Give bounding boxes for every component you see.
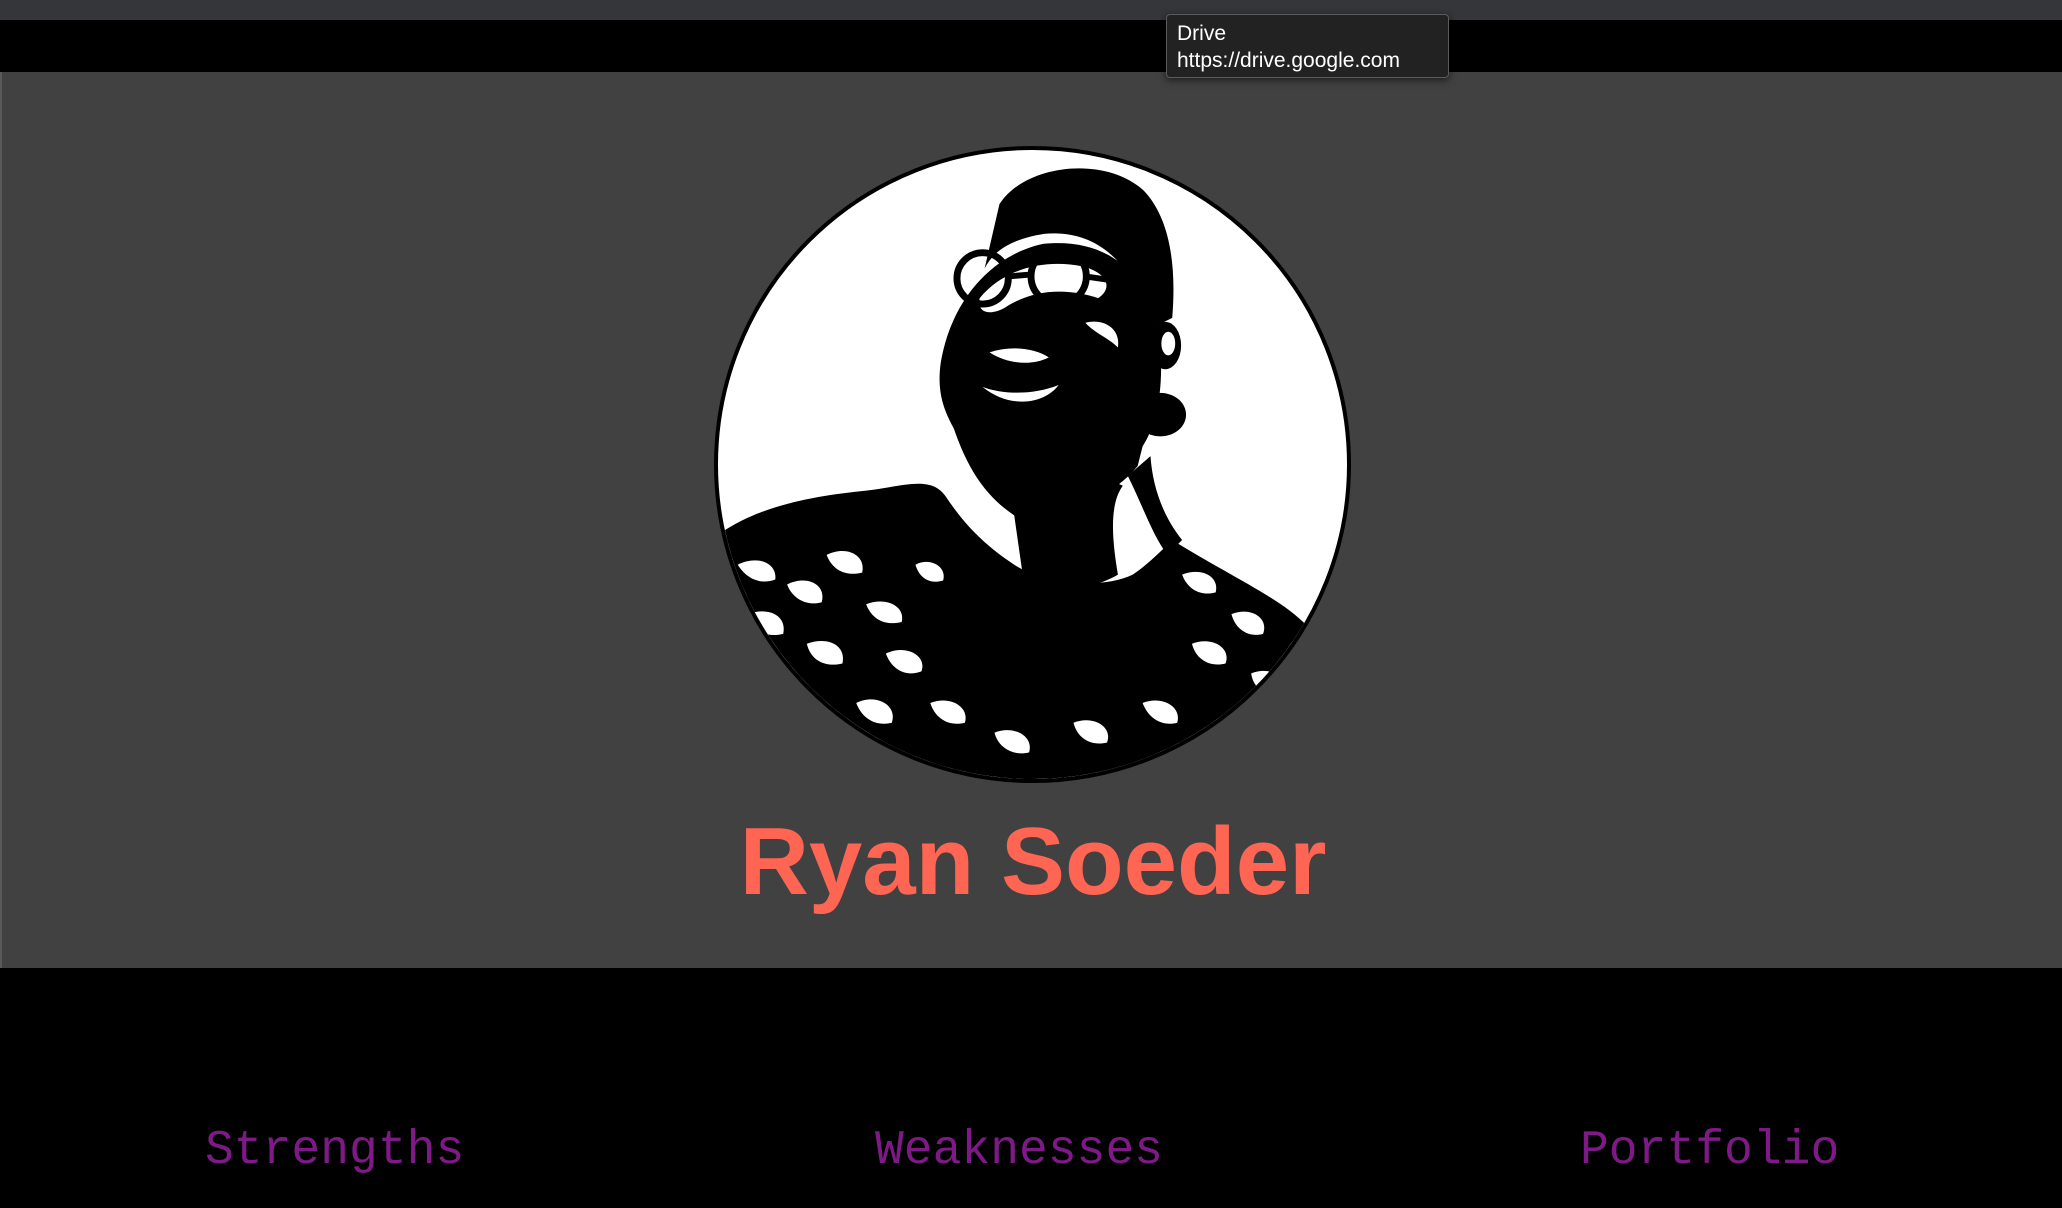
- profile-avatar: [714, 146, 1351, 783]
- tooltip-title: Drive: [1177, 22, 1227, 45]
- nav-link-weaknesses[interactable]: Weaknesses: [875, 1122, 1163, 1180]
- tooltip-url: https://drive.google.com: [1177, 49, 1400, 72]
- bookmark-tooltip: Drive https://drive.google.com: [1166, 14, 1449, 78]
- header-strip: [0, 20, 2062, 72]
- browser-top-bar: [0, 0, 2062, 20]
- nav-link-strengths[interactable]: Strengths: [205, 1122, 464, 1180]
- hero-section: Ryan Soeder Web Developer: [0, 72, 2062, 1012]
- nav-link-portfolio[interactable]: Portfolio: [1580, 1122, 1839, 1180]
- page-title-name: Ryan Soeder: [739, 808, 1327, 915]
- profile-portrait-illustration: [718, 168, 1347, 779]
